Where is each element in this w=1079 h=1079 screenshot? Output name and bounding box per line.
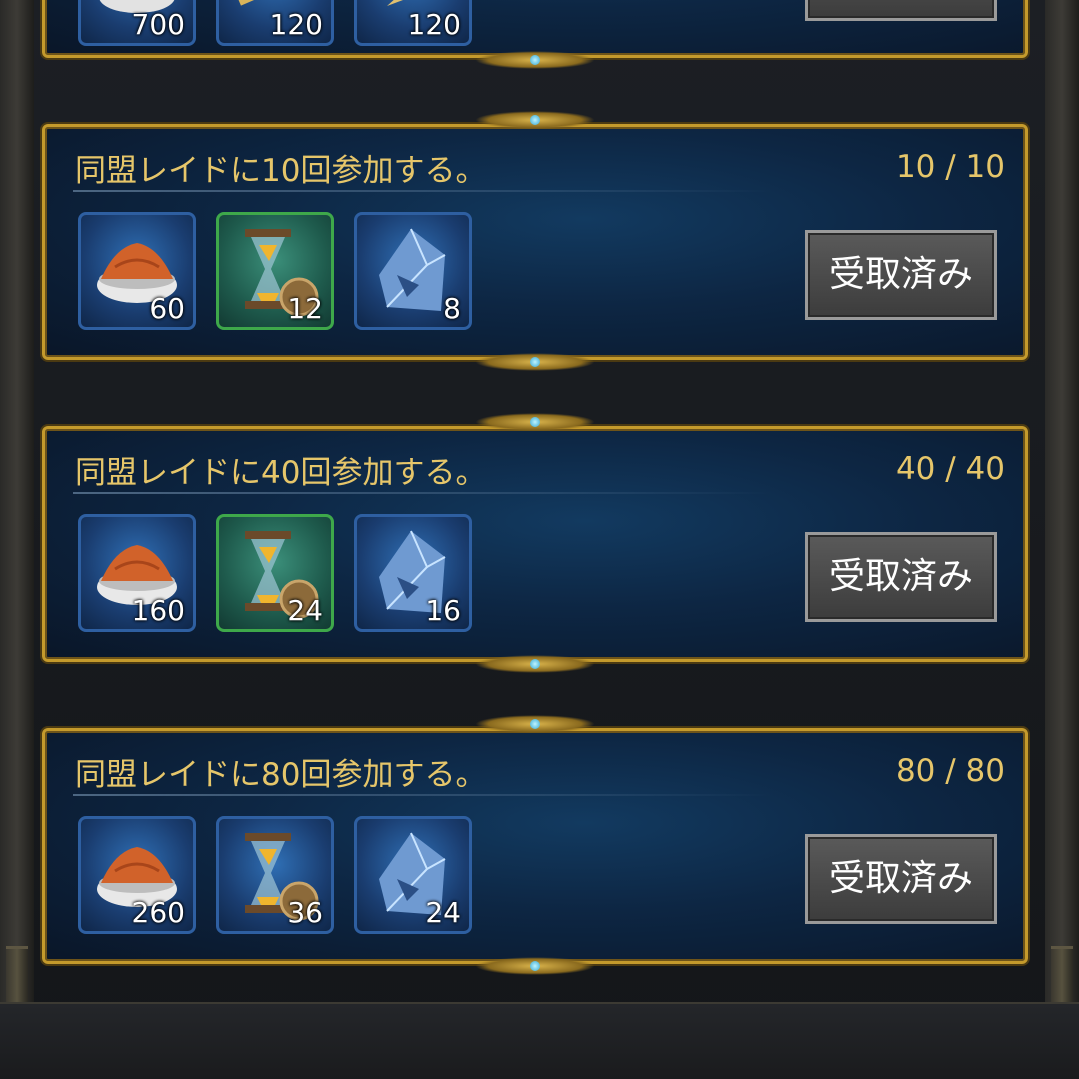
floor <box>0 1002 1079 1079</box>
reward-item[interactable]: 700 <box>78 0 196 46</box>
gem-icon <box>530 357 540 367</box>
reward-qty: 260 <box>131 896 185 929</box>
reward-qty: 120 <box>407 8 461 41</box>
claimed-button[interactable]: 受取済み <box>805 834 997 924</box>
quest-progress: 10 / 10 <box>895 149 1005 185</box>
ornament-top <box>475 715 595 733</box>
title-divider <box>73 190 773 192</box>
reward-qty: 160 <box>131 594 185 627</box>
reward-qty: 12 <box>287 292 323 325</box>
reward-qty: 700 <box>131 8 185 41</box>
ornament-bottom <box>475 655 595 673</box>
gem-icon <box>530 659 540 669</box>
reward-qty: 24 <box>425 896 461 929</box>
quest-card-partial: 700 120 120 <box>42 0 1028 69</box>
reward-qty: 24 <box>287 594 323 627</box>
reward-item[interactable]: 120 <box>354 0 472 46</box>
reward-qty: 60 <box>149 292 185 325</box>
quest-card: 同盟レイドに10回参加する。 10 / 10 60 12 8 受取済み <box>42 111 1028 371</box>
ornament-top <box>475 111 595 129</box>
reward-qty: 8 <box>443 292 461 325</box>
reward-item[interactable]: 160 <box>78 514 196 632</box>
reward-item[interactable]: 8 <box>354 212 472 330</box>
ornament-bottom <box>475 353 595 371</box>
reward-qty: 36 <box>287 896 323 929</box>
title-divider <box>73 794 773 796</box>
title-divider <box>73 492 773 494</box>
reward-qty: 120 <box>269 8 323 41</box>
reward-item[interactable]: 12 <box>216 212 334 330</box>
quest-title: 同盟レイドに80回参加する。 <box>75 757 487 793</box>
ornament-bottom <box>475 957 595 975</box>
reward-item[interactable]: 260 <box>78 816 196 934</box>
quest-progress: 40 / 40 <box>895 451 1005 487</box>
gem-icon <box>530 55 540 65</box>
reward-item[interactable]: 120 <box>216 0 334 46</box>
quest-title: 同盟レイドに40回参加する。 <box>75 455 487 491</box>
ornament-top <box>475 413 595 431</box>
gem-icon <box>530 961 540 971</box>
ornament-bottom <box>475 51 595 69</box>
gem-icon <box>530 115 540 125</box>
quest-progress: 80 / 80 <box>895 753 1005 789</box>
left-pillar <box>0 0 34 1079</box>
reward-item[interactable]: 24 <box>216 514 334 632</box>
claimed-button[interactable]: 受取済み <box>805 230 997 320</box>
claimed-button[interactable]: 受取済み <box>805 532 997 622</box>
reward-item[interactable]: 60 <box>78 212 196 330</box>
reward-item[interactable]: 24 <box>354 816 472 934</box>
reward-item[interactable]: 36 <box>216 816 334 934</box>
right-pillar <box>1045 0 1079 1079</box>
claimed-button[interactable] <box>805 0 997 21</box>
gem-icon <box>530 719 540 729</box>
reward-item[interactable]: 16 <box>354 514 472 632</box>
quest-title: 同盟レイドに10回参加する。 <box>75 153 487 189</box>
reward-qty: 16 <box>425 594 461 627</box>
gem-icon <box>530 417 540 427</box>
quest-card: 同盟レイドに40回参加する。 40 / 40 160 24 16 受取済み <box>42 413 1028 673</box>
quest-card: 同盟レイドに80回参加する。 80 / 80 260 36 24 受取済み <box>42 715 1028 975</box>
